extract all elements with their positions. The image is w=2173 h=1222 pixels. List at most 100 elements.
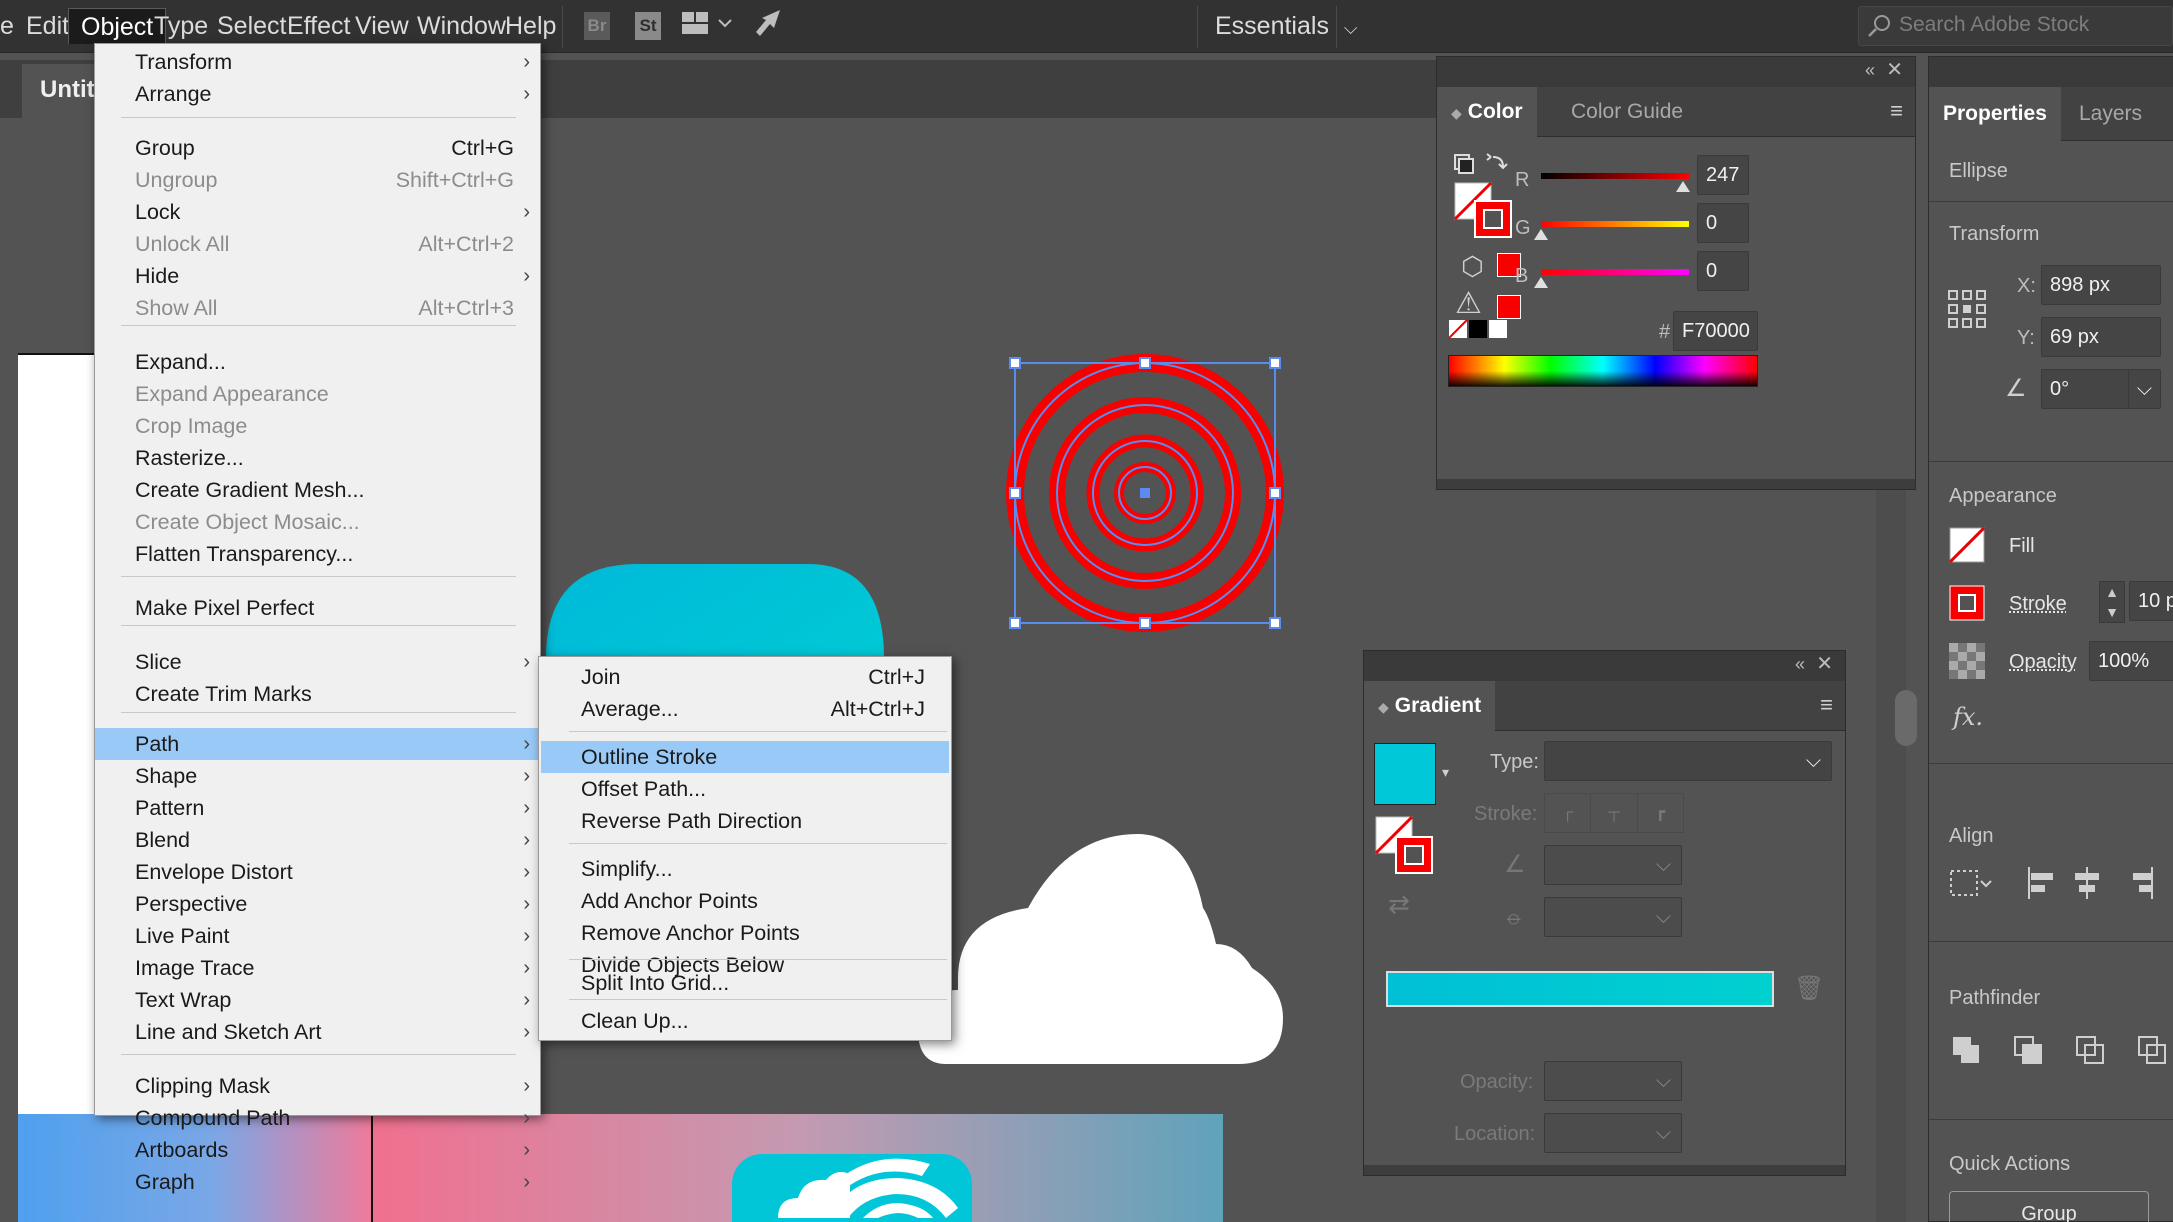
menu-item-expand-appearance[interactable]: Expand Appearance [95, 378, 540, 410]
menu-item-flatten-transparency[interactable]: Flatten Transparency... [95, 538, 540, 570]
menu-item-create-gradient-mesh[interactable]: Create Gradient Mesh... [95, 474, 540, 506]
close-icon[interactable]: ✕ [1886, 60, 1903, 80]
hex-field[interactable]: F70000 [1673, 311, 1758, 351]
menu-item-crop-image[interactable]: Crop Image [95, 410, 540, 442]
gradient-type-select[interactable]: ⌵ [1544, 741, 1832, 781]
location-field[interactable]: ⌵ [1544, 1113, 1682, 1153]
gpu-performance-icon[interactable] [752, 6, 784, 40]
canvas-scrollbar-thumb[interactable] [1895, 690, 1917, 746]
reverse-gradient-icon[interactable]: ⇄ [1388, 891, 1410, 917]
g-slider-track[interactable] [1541, 221, 1689, 227]
fx-icon[interactable]: fx. [1953, 703, 1983, 731]
group-button[interactable]: Group [1949, 1191, 2149, 1222]
fill-stroke-widget[interactable] [1449, 149, 1521, 309]
menu-item-transform[interactable]: Transform › [95, 46, 540, 78]
menu-item-make-pixel-perfect[interactable]: Make Pixel Perfect [95, 592, 540, 624]
path-item-add-anchor-points[interactable]: Add Anchor Points [541, 885, 949, 917]
collapse-icon[interactable]: « [1795, 655, 1805, 673]
menu-item-pattern[interactable]: Pattern › [95, 792, 540, 824]
panel-menu-icon[interactable]: ≡ [1820, 694, 1833, 716]
path-item-simplify[interactable]: Simplify... [541, 853, 949, 885]
chevron-down-icon[interactable]: ▾ [1442, 765, 1449, 779]
menu-item-create-object-mosaic[interactable]: Create Object Mosaic... [95, 506, 540, 538]
path-item-average[interactable]: Average... Alt+Ctrl+J [541, 693, 949, 725]
aspect-ratio-field[interactable]: ⌵ [1544, 897, 1682, 937]
gradient-thumbnail[interactable] [1374, 743, 1436, 805]
angle-field[interactable]: ⌵ [1544, 845, 1682, 885]
gamut-swatch[interactable] [1497, 295, 1521, 319]
menu-item-envelope-distort[interactable]: Envelope Distort › [95, 856, 540, 888]
angle-field[interactable]: 0° ⌵ [2041, 369, 2161, 409]
menu-item-create-trim-marks[interactable]: Create Trim Marks [95, 678, 540, 710]
close-icon[interactable]: ✕ [1816, 654, 1833, 674]
b-slider-thumb[interactable] [1534, 277, 1548, 288]
menu-item-arrange[interactable]: Arrange › [95, 78, 540, 110]
arrange-documents-icon[interactable] [682, 10, 734, 44]
menu-item-graph[interactable]: Graph › [95, 1166, 540, 1198]
reference-point-icon[interactable] [1947, 289, 1987, 329]
menu-item-artboards[interactable]: Artboards › [95, 1134, 540, 1166]
opacity-field[interactable]: 100% [2089, 641, 2173, 681]
path-item-split-into-grid[interactable]: Split Into Grid... [541, 967, 949, 999]
tab-gradient[interactable]: ◆ Gradient [1364, 681, 1496, 731]
r-value-field[interactable]: 247 [1697, 155, 1749, 195]
menu-item-path[interactable]: Path › [95, 728, 540, 760]
b-slider-track[interactable] [1541, 269, 1689, 275]
menu-item-hide[interactable]: Hide › [95, 260, 540, 292]
gradient-slider[interactable] [1386, 971, 1774, 1007]
chevron-down-icon[interactable]: ⌵ [2127, 370, 2152, 408]
menu-item-shape[interactable]: Shape › [95, 760, 540, 792]
path-item-reverse-path-direction[interactable]: Reverse Path Direction [541, 805, 949, 837]
menu-item-clipping-mask[interactable]: Clipping Mask › [95, 1070, 540, 1102]
fill-swatch[interactable] [1949, 527, 1985, 563]
trash-icon[interactable]: 🗑 [1794, 977, 1824, 1001]
menu-item-unlock-all[interactable]: Unlock All Alt+Ctrl+2 [95, 228, 540, 260]
menu-item-slice[interactable]: Slice › [95, 646, 540, 678]
menu-item-live-paint[interactable]: Live Paint › [95, 920, 540, 952]
menu-item-compound-path[interactable]: Compound Path › [95, 1102, 540, 1134]
stock-search-input[interactable]: Search Adobe Stock [1858, 6, 2173, 46]
x-field[interactable]: 898 px [2041, 265, 2161, 305]
stroke-across-icon[interactable]: ┏ [1638, 794, 1683, 832]
tab-layers[interactable]: Layers [2065, 87, 2156, 141]
menu-item-text-wrap[interactable]: Text Wrap › [95, 984, 540, 1016]
stock-icon[interactable]: St [635, 12, 661, 40]
b-value-field[interactable]: 0 [1697, 251, 1749, 291]
stroke-weight-field[interactable]: 10 p [2129, 581, 2173, 621]
fill-stroke-widget[interactable] [1374, 815, 1436, 877]
tab-color[interactable]: ◆ Color [1437, 87, 1537, 137]
panel-resize-grip[interactable] [1364, 1165, 1845, 1175]
path-item-offset-path[interactable]: Offset Path... [541, 773, 949, 805]
path-item-join[interactable]: Join Ctrl+J [541, 661, 949, 693]
stroke-within-icon[interactable]: ┌ [1545, 794, 1592, 832]
opacity-field[interactable]: ⌵ [1544, 1061, 1682, 1101]
menu-item-blend[interactable]: Blend › [95, 824, 540, 856]
workspace-switcher[interactable]: Essentials ⌵ [1203, 8, 1370, 44]
stroke-stepper[interactable]: ▲ ▼ [2099, 581, 2125, 623]
panel-resize-grip[interactable] [1437, 479, 1915, 489]
opacity-label[interactable]: Opacity [2009, 651, 2077, 674]
collapse-icon[interactable]: « [1865, 61, 1875, 79]
stroke-swatch[interactable] [1949, 585, 1985, 621]
menu-item-lock[interactable]: Lock › [95, 196, 540, 228]
menu-help[interactable]: Help [493, 8, 568, 44]
path-item-clean-up[interactable]: Clean Up... [541, 1005, 949, 1037]
tab-color-guide[interactable]: Color Guide [1557, 87, 1697, 137]
none-black-white-swatches[interactable] [1449, 319, 1511, 341]
color-spectrum[interactable] [1448, 355, 1758, 387]
stroke-gradient-buttons[interactable]: ┌ ┬ ┏ [1544, 793, 1684, 833]
stroke-along-icon[interactable]: ┬ [1591, 794, 1638, 832]
menu-item-group[interactable]: Group Ctrl+G [95, 132, 540, 164]
bridge-icon[interactable]: Br [584, 12, 610, 40]
menu-item-rasterize[interactable]: Rasterize... [95, 442, 540, 474]
path-item-remove-anchor-points[interactable]: Remove Anchor Points [541, 917, 949, 949]
menu-item-show-all[interactable]: Show All Alt+Ctrl+3 [95, 292, 540, 324]
fill-label[interactable]: Fill [2009, 535, 2035, 558]
r-slider-track[interactable] [1541, 173, 1689, 179]
align-buttons[interactable] [1947, 863, 2173, 903]
r-slider-thumb[interactable] [1676, 181, 1690, 192]
path-item-outline-stroke[interactable]: Outline Stroke [541, 741, 949, 773]
g-value-field[interactable]: 0 [1697, 203, 1749, 243]
stroke-label[interactable]: Stroke [2009, 593, 2067, 616]
menu-item-line-and-sketch-art[interactable]: Line and Sketch Art › [95, 1016, 540, 1048]
